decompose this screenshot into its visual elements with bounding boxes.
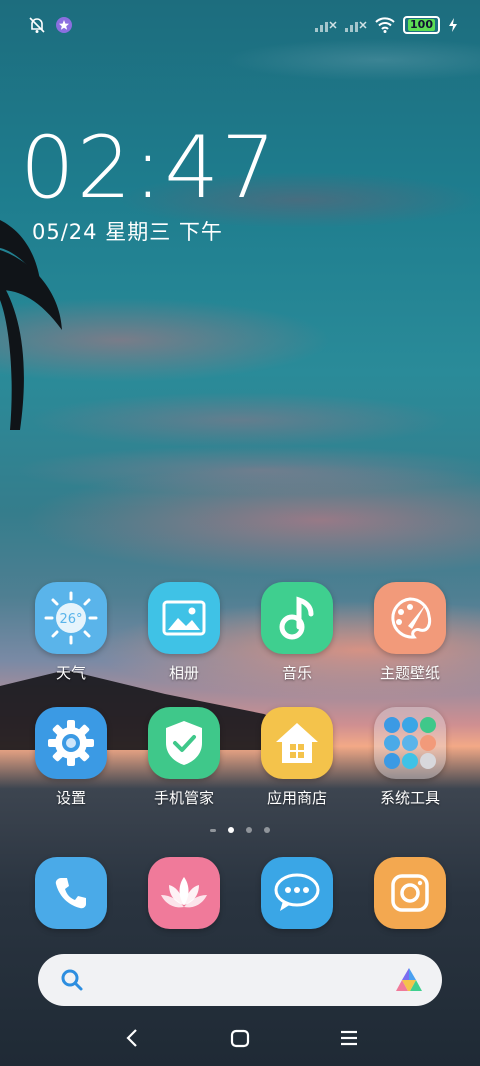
lotus-icon xyxy=(148,857,220,929)
app-label: 应用商店 xyxy=(266,789,327,807)
battery-level: 100 xyxy=(408,18,435,31)
wifi-icon xyxy=(375,17,395,33)
page-indicator xyxy=(0,827,480,833)
app-badge-icon xyxy=(56,17,72,33)
theme-icon xyxy=(374,582,446,654)
page-dot xyxy=(210,828,216,832)
app-settings[interactable]: 设置 xyxy=(16,707,126,808)
app-music[interactable]: 音乐 xyxy=(242,582,352,683)
signal-off-icon xyxy=(315,21,337,32)
app-store[interactable]: 应用商店 xyxy=(242,707,352,808)
home-icon[interactable] xyxy=(229,1026,251,1050)
lock-clock: 02:47 xyxy=(20,118,278,218)
app-label: 设置 xyxy=(55,789,86,807)
folder-icon xyxy=(374,707,446,779)
message-icon xyxy=(261,857,333,929)
dock-phone[interactable] xyxy=(16,857,126,929)
search-icon xyxy=(61,969,83,991)
weather-icon: 26° xyxy=(35,582,107,654)
page-dot xyxy=(246,827,252,833)
search-bar[interactable] xyxy=(38,954,442,1006)
weather-temp: 26° xyxy=(59,612,82,627)
back-icon[interactable] xyxy=(122,1026,142,1050)
dock-messages[interactable] xyxy=(242,857,352,929)
security-icon xyxy=(148,707,220,779)
battery-indicator: 100 xyxy=(403,16,440,34)
app-theme[interactable]: 主题壁纸 xyxy=(355,582,465,683)
app-label: 天气 xyxy=(55,664,86,682)
menu-icon[interactable] xyxy=(338,1026,360,1050)
page-dot xyxy=(264,827,270,833)
music-icon xyxy=(261,582,333,654)
bell-off-icon xyxy=(29,17,45,33)
gallery-icon xyxy=(148,582,220,654)
lock-date: 05/24 星期三 下午 xyxy=(32,220,223,244)
charging-icon xyxy=(449,18,457,32)
phone-icon xyxy=(35,857,107,929)
app-label: 手机管家 xyxy=(153,789,214,807)
app-label: 主题壁纸 xyxy=(379,664,440,682)
dock-photos[interactable] xyxy=(129,857,239,929)
camera-icon xyxy=(374,857,446,929)
assistant-logo-icon[interactable] xyxy=(394,966,424,994)
settings-icon xyxy=(35,707,107,779)
dock-camera[interactable] xyxy=(355,857,465,929)
app-security[interactable]: 手机管家 xyxy=(129,707,239,808)
navigation-bar xyxy=(0,1020,480,1060)
app-store-icon xyxy=(261,707,333,779)
page-dot-active xyxy=(228,827,234,833)
app-folder-system-tools[interactable]: 系统工具 xyxy=(355,707,465,808)
palm-silhouette xyxy=(0,220,62,430)
app-weather[interactable]: 26° 天气 xyxy=(16,582,126,683)
status-bar: 100 xyxy=(0,0,480,48)
signal-off-icon xyxy=(345,21,367,32)
app-gallery[interactable]: 相册 xyxy=(129,582,239,683)
app-label: 相册 xyxy=(168,664,199,682)
app-label: 音乐 xyxy=(281,664,312,682)
app-label: 系统工具 xyxy=(379,789,440,807)
